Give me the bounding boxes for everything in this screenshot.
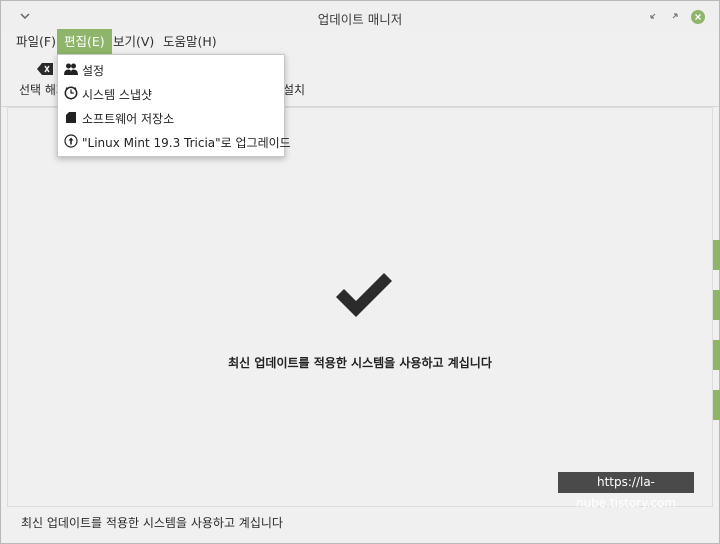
backspace-icon bbox=[37, 63, 53, 78]
upgrade-arrow-icon bbox=[64, 134, 78, 148]
install-button[interactable]: 설치 bbox=[283, 55, 313, 105]
menu-item-system-snapshots[interactable]: 시스템 스냅샷 bbox=[58, 82, 284, 106]
menu-item-label: 설정 bbox=[82, 64, 105, 78]
edit-menu-dropdown: 설정 시스템 스냅샷 소프트웨어 저장소 "Linux Mint 19.3 Tr… bbox=[57, 54, 291, 157]
title-bar[interactable]: 업데이트 매니저 bbox=[1, 1, 719, 31]
menu-help[interactable]: 도움말(H) bbox=[156, 29, 224, 54]
update-manager-window: 업데이트 매니저 파일(F) 편집(E) 보기(V) 도움말(H) 선택 해제 … bbox=[0, 0, 720, 544]
menu-item-label: "Linux Mint 19.3 Tricia"로 업그레이드 bbox=[82, 136, 291, 150]
checkmark-icon bbox=[334, 272, 394, 325]
users-settings-icon bbox=[64, 62, 78, 76]
menu-item-software-sources[interactable]: 소프트웨어 저장소 bbox=[58, 106, 284, 130]
package-icon bbox=[64, 110, 78, 124]
menu-item-upgrade[interactable]: "Linux Mint 19.3 Tricia"로 업그레이드 bbox=[58, 130, 291, 154]
menu-edit[interactable]: 편집(E) bbox=[57, 29, 112, 54]
maximize-icon[interactable] bbox=[667, 8, 683, 24]
watermark: https://la-nube.tistory.com bbox=[558, 472, 694, 510]
menu-file[interactable]: 파일(F) bbox=[9, 29, 63, 54]
updates-panel: 최신 업데이트를 적용한 시스템을 사용하고 계십니다 https://la-n… bbox=[7, 107, 713, 510]
install-label: 설치 bbox=[283, 83, 306, 97]
menu-bar: 파일(F) 편집(E) 보기(V) 도움말(H) bbox=[1, 29, 719, 55]
status-message: 최신 업데이트를 적용한 시스템을 사용하고 계십니다 bbox=[228, 356, 492, 370]
minimize-icon[interactable] bbox=[645, 8, 661, 24]
close-icon[interactable] bbox=[691, 10, 705, 24]
clock-icon bbox=[64, 86, 78, 100]
menu-item-label: 소프트웨어 저장소 bbox=[82, 112, 175, 126]
menu-item-label: 시스템 스냅샷 bbox=[82, 88, 153, 102]
window-title: 업데이트 매니저 bbox=[317, 12, 403, 27]
background-edge bbox=[713, 240, 720, 420]
menu-view[interactable]: 보기(V) bbox=[106, 29, 161, 54]
menu-item-preferences[interactable]: 설정 bbox=[58, 58, 284, 82]
status-bar-text: 최신 업데이트를 적용한 시스템을 사용하고 계십니다 bbox=[21, 516, 283, 530]
